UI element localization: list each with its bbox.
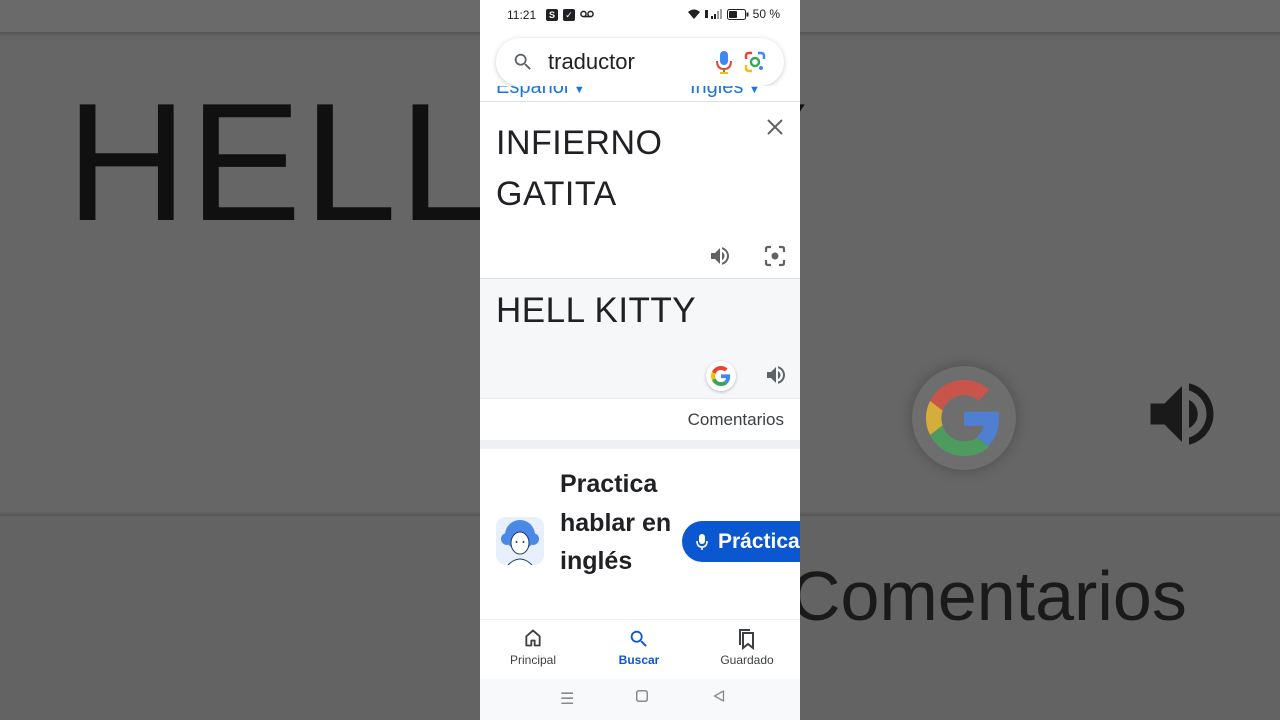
translation-result-panel: HELL KITTY [480,278,800,398]
bottom-navigation: Principal Buscar Guardado [480,619,800,679]
source-language-select[interactable]: Español ▼ [496,86,585,99]
search-box[interactable]: traductor [496,38,784,86]
practice-card: Practica hablar en inglés Práctica [480,449,800,619]
section-divider [480,440,800,449]
status-indicators: 50 % [687,7,780,21]
nav-label: Guardado [720,653,774,667]
bookmarks-icon [702,628,792,651]
home-icon [488,628,578,650]
close-icon[interactable] [766,118,784,141]
battery-icon [726,8,749,20]
avatar [496,517,544,565]
nav-label: Principal [509,653,557,667]
speaker-icon[interactable] [764,363,788,392]
translation-result-text: HELL KITTY [496,291,697,330]
voice-search-icon[interactable] [714,50,734,79]
phone-screen: 11:21 S ✓ 50 % traductor Español ▼ Inglé… [480,0,800,720]
target-language-select[interactable]: Inglés ▼ [690,86,760,99]
search-input[interactable]: traductor [548,49,635,75]
background-comments-text: Comentarios [790,557,1187,635]
mic-icon [696,533,708,550]
google-icon[interactable] [706,361,736,391]
comments-link[interactable]: Comentarios [688,410,784,430]
menu-icon[interactable]: ☰ [560,689,574,709]
google-lens-icon[interactable] [744,51,766,78]
nav-item-principal[interactable]: Principal [488,628,578,667]
search-icon [512,51,534,78]
practice-button[interactable]: Práctica [682,521,800,562]
language-selector-row: Español ▼ Inglés ▼ [480,86,800,102]
wifi-icon [687,9,700,19]
search-icon [594,628,684,650]
source-text-input[interactable]: INFIERNO GATITA [496,118,746,220]
nav-item-buscar[interactable]: Buscar [594,628,684,667]
camera-translate-icon[interactable] [764,245,786,272]
nav-label: Buscar [618,653,660,667]
nav-item-guardado[interactable]: Guardado [702,628,792,667]
status-bar: 11:21 S ✓ 50 % [480,0,800,30]
system-navigation-bar: ☰ [480,679,800,720]
comments-row: Comentarios [480,398,800,440]
back-icon[interactable] [713,689,725,707]
practice-button-label: Práctica [718,529,800,553]
app-notification-icon: ✓ [563,9,575,21]
speaker-icon[interactable] [708,244,732,273]
status-time: 11:21 [507,8,537,22]
home-button-icon[interactable] [636,689,648,707]
background-google-icon [912,366,1016,470]
practice-title: Practica hablar en inglés [560,470,672,575]
chevron-down-icon: ▼ [573,86,585,96]
voicemail-icon [580,9,594,22]
app-notification-icon: S [546,9,558,21]
battery-percent: 50 % [752,7,780,21]
chevron-down-icon: ▼ [748,86,760,96]
source-text-panel[interactable]: INFIERNO GATITA [480,102,800,278]
signal-icon [704,9,722,19]
background-speaker-icon [1140,372,1224,461]
